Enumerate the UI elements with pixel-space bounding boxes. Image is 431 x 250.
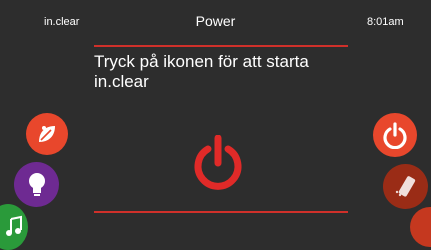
eco-mode-button[interactable]	[26, 113, 68, 155]
music-icon	[6, 215, 22, 236]
power-toggle-button[interactable]	[190, 134, 246, 191]
power-icon	[194, 134, 242, 190]
lightbulb-icon	[28, 172, 45, 196]
power-icon	[383, 122, 407, 149]
power-nav-button[interactable]	[373, 113, 417, 157]
top-divider	[94, 45, 348, 47]
remote-button[interactable]	[383, 164, 428, 209]
status-bar: in.clear Power 8:01am	[0, 0, 431, 36]
lights-button[interactable]	[14, 162, 59, 207]
bottom-divider	[94, 211, 348, 213]
instruction-message: Tryck på ikonen för att starta in.clear	[94, 52, 354, 92]
remote-control-icon	[395, 175, 415, 197]
extra-nav-button[interactable]	[410, 207, 431, 247]
clock: 8:01am	[367, 16, 404, 28]
eco-leaf-icon	[39, 126, 55, 142]
message-line-2: in.clear	[94, 72, 149, 91]
power-screen: in.clear Power 8:01am Tryck på ikonen fö…	[0, 0, 431, 250]
message-line-1: Tryck på ikonen för att starta	[94, 52, 309, 71]
music-button[interactable]	[0, 204, 28, 250]
